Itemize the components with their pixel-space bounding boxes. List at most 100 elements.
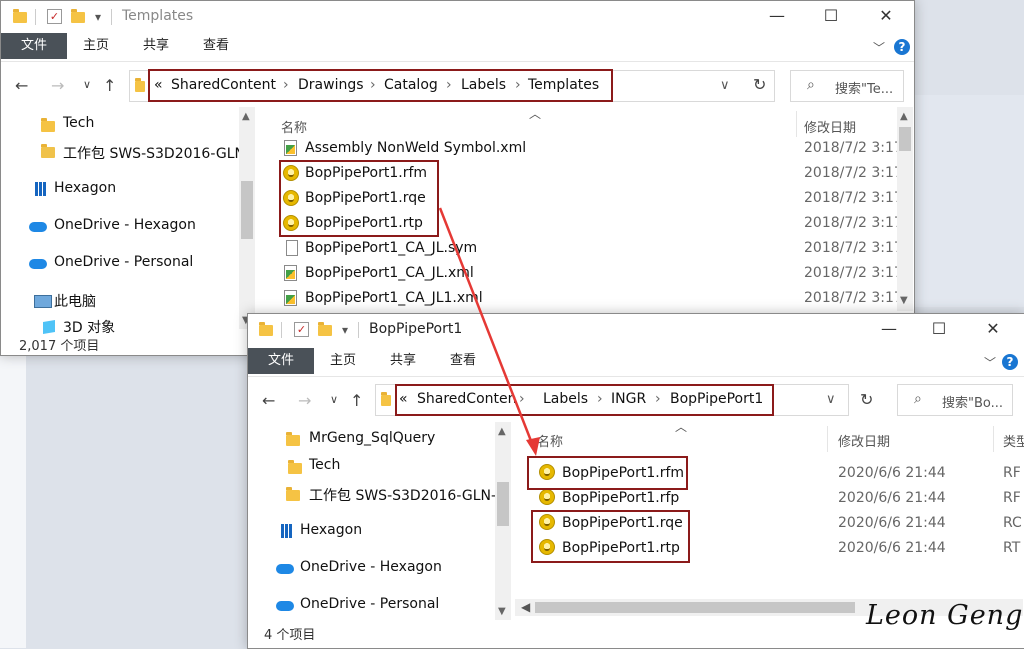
ribbon-tabs: 文件 主页 共享 查看 ﹀ ? [1, 33, 914, 59]
scroll-left-icon[interactable]: ◀ [521, 600, 530, 614]
maximize-button[interactable]: ☐ [916, 314, 962, 344]
nav-item-hexagon[interactable]: Hexagon [300, 522, 362, 538]
new-folder-icon[interactable] [318, 322, 332, 336]
explorer-window-boppipeport1: ✓ ▾ BopPipePort1 — ☐ ✕ 文件 主页 共享 查看 ﹀ ? ←… [247, 313, 1024, 649]
nav-item-onedrive-hexagon[interactable]: OneDrive - Hexagon [300, 559, 442, 575]
folder-sync-icon [41, 144, 55, 158]
recent-dropdown-icon[interactable]: ∨ [330, 393, 338, 406]
nav-item-3d-objects[interactable]: 3D 对象 [63, 317, 115, 337]
window-title: BopPipePort1 [369, 321, 463, 337]
forward-arrow-icon[interactable]: → [298, 391, 311, 410]
divider [358, 322, 359, 338]
help-icon[interactable]: ? [894, 39, 910, 55]
tab-home[interactable]: 主页 [83, 33, 109, 59]
highlight-box [279, 160, 439, 237]
scroll-down-icon[interactable]: ▼ [900, 295, 908, 306]
nav-item-onedrive-hexagon[interactable]: OneDrive - Hexagon [54, 217, 196, 233]
tab-share[interactable]: 共享 [390, 348, 416, 374]
nav-scrollbar[interactable]: ▲ ▼ [495, 422, 511, 620]
tab-file[interactable]: 文件 [248, 348, 314, 374]
address-dropdown-icon[interactable]: ∨ [826, 392, 836, 407]
properties-check-icon[interactable]: ✓ [47, 9, 62, 24]
properties-check-icon[interactable]: ✓ [294, 322, 309, 337]
forward-arrow-icon[interactable]: → [51, 76, 64, 95]
tab-home[interactable]: 主页 [330, 348, 356, 374]
table-row[interactable]: BopPipePort1_CA_JL.sym 2018/7/2 3:17 [259, 236, 903, 261]
quick-access-dropdown-icon[interactable]: ▾ [342, 323, 348, 337]
maximize-button[interactable]: ☐ [808, 1, 854, 31]
title-bar: ✓ ▾ Templates — ☐ ✕ [1, 1, 914, 33]
scroll-up-icon[interactable]: ▲ [498, 426, 506, 437]
nav-item-this-pc[interactable]: 此电脑 [54, 291, 96, 311]
file-date: 2018/7/2 3:17 [804, 290, 903, 306]
back-arrow-icon[interactable]: ← [15, 76, 28, 95]
scroll-thumb[interactable] [497, 482, 509, 526]
file-type: RF [1003, 465, 1021, 481]
folder-icon [288, 460, 302, 474]
window-title: Templates [122, 8, 194, 24]
chevron-down-icon[interactable]: ﹀ [984, 354, 996, 371]
table-row[interactable]: Assembly NonWeld Symbol.xml 2018/7/2 3:1… [259, 136, 903, 161]
column-header-name[interactable]: 名称 [537, 431, 563, 450]
nav-item-tech[interactable]: Tech [309, 457, 340, 473]
tab-file[interactable]: 文件 [1, 33, 67, 59]
minimize-button[interactable]: — [754, 1, 800, 31]
close-button[interactable]: ✕ [863, 1, 909, 31]
back-arrow-icon[interactable]: ← [262, 391, 275, 410]
tab-view[interactable]: 查看 [450, 348, 476, 374]
file-date: 2018/7/2 3:17 [804, 140, 903, 156]
scroll-up-icon[interactable]: ▲ [242, 111, 250, 122]
nav-item-onedrive-personal[interactable]: OneDrive - Personal [300, 596, 439, 612]
file-date: 2018/7/2 3:17 [804, 165, 903, 181]
nav-item-tech[interactable]: Tech [63, 115, 94, 131]
scroll-up-icon[interactable]: ▲ [900, 111, 908, 122]
file-list-scrollbar[interactable]: ▲ ▼ [897, 107, 913, 311]
chevron-down-icon[interactable]: ﹀ [873, 39, 885, 56]
nav-item-hexagon[interactable]: Hexagon [54, 180, 116, 196]
nav-scrollbar[interactable]: ▲ ▼ [239, 107, 255, 329]
search-box[interactable]: ⌕ 搜索"Bo... [897, 384, 1013, 416]
new-folder-icon[interactable] [71, 9, 85, 23]
table-row[interactable]: BopPipePort1_CA_JL.xml 2018/7/2 3:17 [259, 261, 903, 286]
scroll-thumb[interactable] [899, 127, 911, 151]
nav-item-onedrive-personal[interactable]: OneDrive - Personal [54, 254, 193, 270]
column-header-name[interactable]: 名称 [281, 117, 307, 136]
file-type: RT [1003, 540, 1021, 556]
file-type: RC [1003, 515, 1022, 531]
status-item-count: 4 个项目 [264, 628, 316, 643]
highlight-box [395, 384, 774, 416]
up-arrow-icon[interactable]: ↑ [350, 391, 363, 410]
column-header-date[interactable]: 修改日期 [804, 117, 856, 136]
xml-file-icon [284, 290, 297, 306]
up-arrow-icon[interactable]: ↑ [103, 76, 116, 95]
nav-item-workpackage[interactable]: 工作包 SWS-S3D2016-GLN [63, 143, 245, 163]
column-divider [796, 111, 797, 137]
table-row[interactable]: BopPipePort1_CA_JL1.xml 2018/7/2 3:17 [259, 286, 903, 311]
scroll-thumb[interactable] [241, 181, 253, 239]
tab-share[interactable]: 共享 [143, 33, 169, 59]
onedrive-icon [276, 601, 294, 611]
nav-item-mrgeng-sqlquery[interactable]: MrGeng_SqlQuery [309, 430, 435, 446]
address-dropdown-icon[interactable]: ∨ [720, 78, 730, 93]
tab-view[interactable]: 查看 [203, 33, 229, 59]
status-item-count: 2,017 个项目 [19, 339, 100, 354]
search-input[interactable]: 搜索"Bo... [942, 392, 1003, 411]
scroll-down-icon[interactable]: ▼ [498, 606, 506, 617]
minimize-button[interactable]: — [866, 314, 912, 344]
file-name: BopPipePort1_CA_JL.sym [305, 240, 478, 256]
quick-access-dropdown-icon[interactable]: ▾ [95, 10, 101, 24]
recent-dropdown-icon[interactable]: ∨ [83, 78, 91, 91]
refresh-icon[interactable]: ↻ [753, 75, 766, 94]
nav-item-workpackage[interactable]: 工作包 SWS-S3D2016-GLN-( [309, 485, 502, 505]
refresh-icon[interactable]: ↻ [860, 390, 873, 409]
building-icon [281, 524, 293, 538]
help-icon[interactable]: ? [1002, 354, 1018, 370]
scroll-thumb[interactable] [535, 602, 855, 613]
search-input[interactable]: 搜索"Te... [835, 78, 893, 97]
file-date: 2020/6/6 21:44 [838, 490, 946, 506]
file-date: 2018/7/2 3:17 [804, 190, 903, 206]
close-button[interactable]: ✕ [970, 314, 1016, 344]
column-header-date[interactable]: 修改日期 [838, 431, 890, 450]
search-box[interactable]: ⌕ 搜索"Te... [790, 70, 904, 102]
column-header-type[interactable]: 类型 [1003, 431, 1024, 450]
